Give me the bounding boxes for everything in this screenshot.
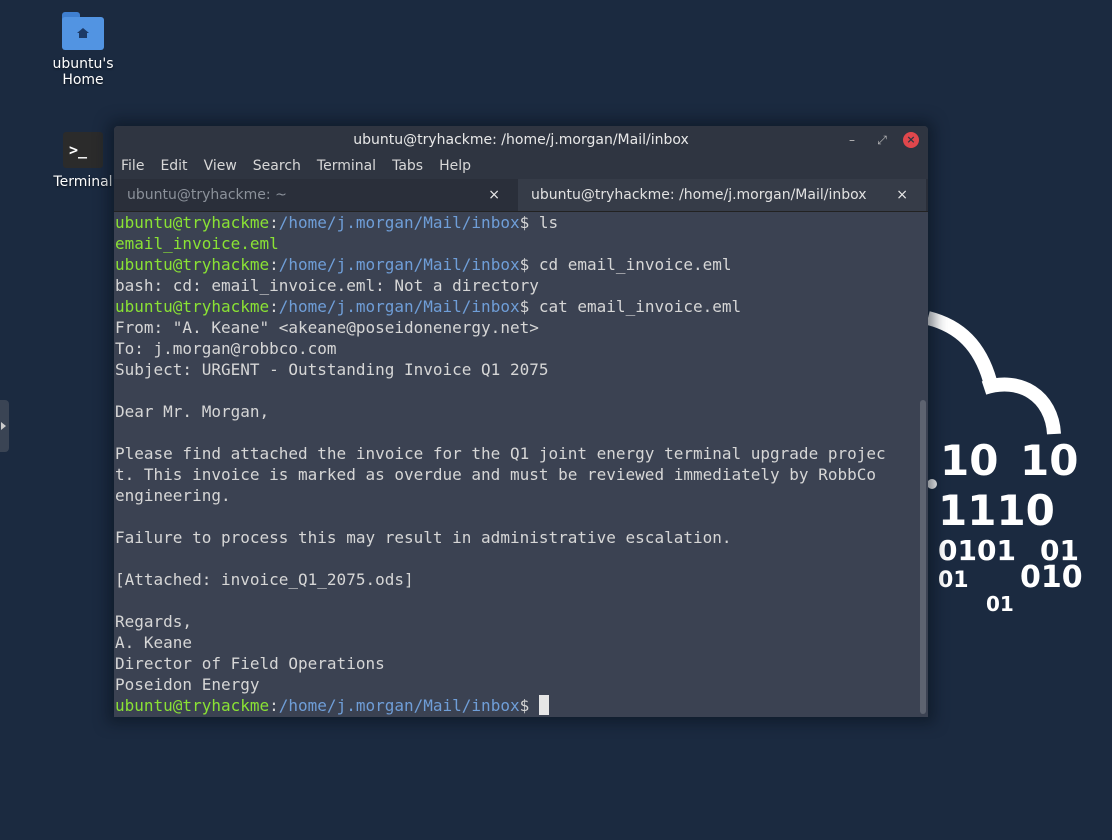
tab-close-icon[interactable]: × xyxy=(896,179,908,211)
email-line: Regards, xyxy=(115,612,193,631)
ls-output: email_invoice.eml xyxy=(115,234,279,253)
side-panel-handle[interactable] xyxy=(0,400,9,452)
menu-bar: File Edit View Search Terminal Tabs Help xyxy=(114,154,928,179)
email-line: Subject: URGENT - Outstanding Invoice Q1… xyxy=(115,360,549,379)
email-line: t. This invoice is marked as overdue and… xyxy=(115,465,876,484)
wallpaper-logo: 10 10 1110 0101 01 01 010 01 xyxy=(920,306,1110,636)
tab-close-icon[interactable]: × xyxy=(488,179,500,211)
terminal-launcher-icon[interactable]: >_ Terminal xyxy=(46,132,120,190)
window-title: ubuntu@tryhackme: /home/j.morgan/Mail/in… xyxy=(353,132,689,148)
minimize-icon[interactable]: – xyxy=(844,132,860,148)
binary-text: 10 xyxy=(1020,436,1079,485)
menu-file[interactable]: File xyxy=(121,154,144,179)
scrollbar[interactable] xyxy=(918,212,926,717)
home-folder-label: ubuntu's Home xyxy=(52,56,114,88)
menu-tabs[interactable]: Tabs xyxy=(392,154,423,179)
menu-edit[interactable]: Edit xyxy=(160,154,187,179)
prompt-line: ubuntu@tryhackme:/home/j.morgan/Mail/inb… xyxy=(115,695,928,716)
email-line: engineering. xyxy=(115,486,231,505)
terminal-launcher-label: Terminal xyxy=(53,174,113,190)
email-line: Poseidon Energy xyxy=(115,675,260,694)
terminal-icon: >_ xyxy=(63,132,103,168)
email-line xyxy=(115,548,928,569)
email-line: From: "A. Keane" <akeane@poseidonenergy.… xyxy=(115,318,539,337)
binary-text: 1110 xyxy=(938,486,1055,535)
maximize-icon[interactable]: ⤢ xyxy=(874,132,890,148)
email-line: A. Keane xyxy=(115,633,193,652)
prompt-line: ubuntu@tryhackme:/home/j.morgan/Mail/inb… xyxy=(115,297,742,316)
prompt-line: ubuntu@tryhackme:/home/j.morgan/Mail/inb… xyxy=(115,255,732,274)
email-line: Please find attached the invoice for the… xyxy=(115,444,886,463)
menu-view[interactable]: View xyxy=(204,154,237,179)
close-icon[interactable]: × xyxy=(903,132,919,148)
tab-label: ubuntu@tryhackme: /home/j.morgan/Mail/in… xyxy=(531,187,867,203)
email-line xyxy=(115,422,928,443)
menu-search[interactable]: Search xyxy=(253,154,301,179)
tab-label: ubuntu@tryhackme: ~ xyxy=(127,187,287,203)
email-line: [Attached: invoice_Q1_2075.ods] xyxy=(115,570,414,589)
binary-text: 10 xyxy=(940,436,999,485)
scrollbar-thumb[interactable] xyxy=(920,400,926,714)
tab-bar: ubuntu@tryhackme: ~ × ubuntu@tryhackme: … xyxy=(114,179,928,212)
text-cursor xyxy=(538,695,549,715)
terminal-window: ubuntu@tryhackme: /home/j.morgan/Mail/in… xyxy=(114,126,928,717)
email-line: Failure to process this may result in ad… xyxy=(115,528,732,547)
email-line xyxy=(115,506,928,527)
terminal-output[interactable]: ubuntu@tryhackme:/home/j.morgan/Mail/inb… xyxy=(114,212,928,717)
house-icon xyxy=(77,28,89,38)
prompt-line: ubuntu@tryhackme:/home/j.morgan/Mail/inb… xyxy=(115,213,559,232)
error-output: bash: cd: email_invoice.eml: Not a direc… xyxy=(115,276,539,295)
binary-text: 01 xyxy=(938,568,969,593)
tab-home[interactable]: ubuntu@tryhackme: ~ × xyxy=(114,179,518,211)
folder-icon xyxy=(62,12,104,50)
email-line xyxy=(115,380,928,401)
home-folder-icon[interactable]: ubuntu's Home xyxy=(30,12,136,88)
binary-text: 010 xyxy=(1020,560,1083,595)
menu-help[interactable]: Help xyxy=(439,154,471,179)
email-line: Director of Field Operations xyxy=(115,654,385,673)
menu-terminal[interactable]: Terminal xyxy=(317,154,376,179)
binary-text: 0101 xyxy=(938,534,1016,567)
email-line: Dear Mr. Morgan, xyxy=(115,402,270,421)
email-line xyxy=(115,590,928,611)
window-titlebar[interactable]: ubuntu@tryhackme: /home/j.morgan/Mail/in… xyxy=(114,126,928,154)
email-line: To: j.morgan@robbco.com xyxy=(115,339,337,358)
binary-text: 01 xyxy=(986,592,1014,616)
tab-inbox[interactable]: ubuntu@tryhackme: /home/j.morgan/Mail/in… xyxy=(518,179,926,211)
